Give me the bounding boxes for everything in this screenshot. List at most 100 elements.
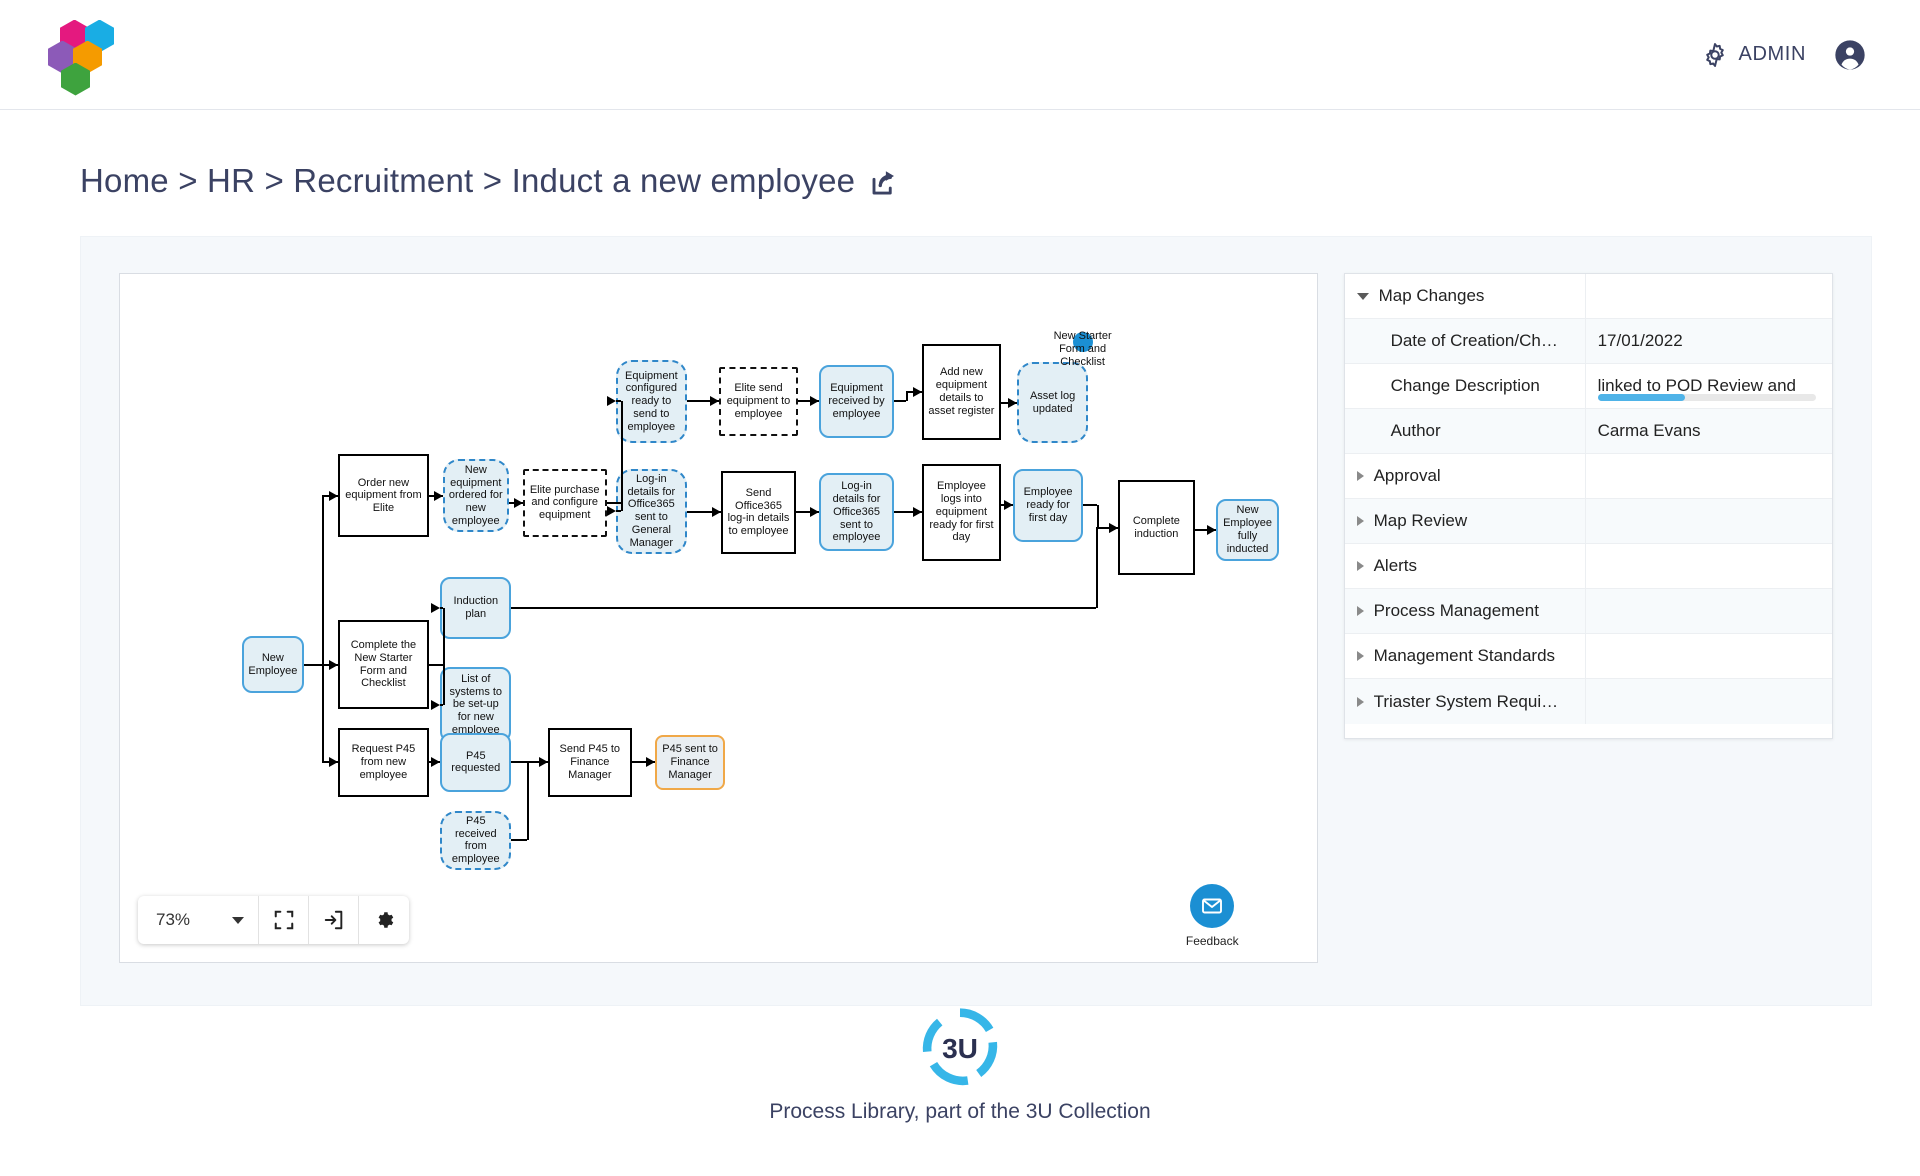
property-label-cell: Author <box>1345 409 1586 453</box>
account-circle-icon[interactable] <box>1834 39 1866 71</box>
flow-node-label: Request P45 from new employee <box>351 743 416 781</box>
flow-node-add-equip-asset[interactable]: Add new equipment details to asset regis… <box>921 343 1002 441</box>
property-label: Map Changes <box>1378 286 1485 305</box>
flow-node-label: New equipment ordered for new employee <box>448 463 503 527</box>
chevron-right-icon[interactable] <box>1356 651 1364 661</box>
flow-node-request-p45[interactable]: Request P45 from new employee <box>337 728 430 797</box>
flow-node-label: Add new equipment details to asset regis… <box>928 366 995 417</box>
chevron-right-icon[interactable] <box>1356 561 1364 571</box>
zoom-level-select[interactable]: 73% <box>138 896 260 944</box>
property-value-cell <box>1586 274 1832 318</box>
flow-node-order-equipment[interactable]: Order new equipment from Elite <box>337 454 430 538</box>
flow-node-label: Asset log updated <box>1029 389 1076 415</box>
flow-node-label: List of systems to be set-up for new emp… <box>449 672 503 736</box>
flow-node-list-of-systems[interactable]: List of systems to be set-up for new emp… <box>440 666 512 743</box>
process-library-logo[interactable] <box>46 16 116 96</box>
flow-arrowhead <box>912 507 922 518</box>
flow-node-employee-logs-in[interactable]: Employee logs into equipment ready for f… <box>921 463 1002 561</box>
gear-icon <box>1701 41 1729 69</box>
table-row[interactable]: Approval <box>1344 454 1832 499</box>
property-label-cell: Change Description <box>1345 364 1586 408</box>
flow-edge <box>440 606 444 609</box>
breadcrumb-text[interactable]: Home > HR > Recruitment > Induct a new e… <box>80 162 855 200</box>
property-label-cell: Alerts <box>1345 544 1586 588</box>
export-icon <box>323 909 345 931</box>
flow-node-complete-starter[interactable]: Complete the New Starter Form and Checkl… <box>337 619 430 710</box>
flow-node-login-sent-employee[interactable]: Log-in details for Office365 sent to emp… <box>818 473 895 552</box>
flow-edge <box>1083 504 1098 507</box>
flow-node-p45-requested[interactable]: P45 requested <box>440 732 512 792</box>
property-label-cell: Triaster System Requi… <box>1345 679 1586 724</box>
3u-logo: 3U <box>921 1008 999 1086</box>
table-row[interactable]: Map Review <box>1344 499 1832 544</box>
table-row[interactable]: Alerts <box>1344 544 1832 589</box>
map-settings-button[interactable] <box>359 896 409 944</box>
flow-edge <box>616 400 621 403</box>
feedback-button[interactable]: Feedback <box>1186 884 1239 948</box>
flow-node-send-p45-finance[interactable]: Send P45 to Finance Manager <box>547 728 632 797</box>
property-value-cell: 17/01/2022 <box>1586 319 1832 363</box>
flow-arrowhead <box>1008 397 1018 408</box>
flow-arrowhead <box>1003 500 1013 511</box>
admin-menu-button[interactable]: ADMIN <box>1701 41 1806 69</box>
property-label-cell: Map Review <box>1345 499 1586 543</box>
process-map-panel: New Employee Order new equipment from Eli… <box>80 236 1872 1006</box>
flow-edge <box>511 839 528 842</box>
flow-node-label: Induction plan <box>453 595 499 620</box>
flow-node-label: Equipment configured ready to send to em… <box>625 369 678 433</box>
flow-node-elite-send-equip[interactable]: Elite send equipment to employee <box>718 367 799 436</box>
chevron-down-icon[interactable] <box>1356 292 1369 300</box>
flow-node-employee-ready[interactable]: Employee ready for first day <box>1012 468 1084 542</box>
share-icon[interactable] <box>869 168 899 198</box>
flow-arrowhead <box>1206 525 1216 535</box>
flow-node-new-equip-ordered[interactable]: New equipment ordered for new employee <box>442 459 509 533</box>
property-value-cell <box>1586 589 1832 633</box>
chevron-right-icon[interactable] <box>1356 606 1364 616</box>
chevron-right-icon[interactable] <box>1356 516 1364 526</box>
property-value-cell: linked to POD Review and <box>1586 364 1832 408</box>
table-row[interactable]: Management Standards <box>1344 634 1832 679</box>
flow-arrowhead <box>431 699 441 710</box>
flow-node-label: P45 requested <box>451 749 501 775</box>
flow-arrowhead <box>538 757 548 768</box>
flow-node-equip-received[interactable]: Equipment received by employee <box>818 364 895 438</box>
flow-edge <box>616 510 621 513</box>
property-value-cell <box>1586 679 1832 724</box>
flow-node-p45-sent-finance[interactable]: P45 sent to Finance Manager <box>654 735 726 790</box>
property-label-cell: Approval <box>1345 454 1586 498</box>
table-row[interactable]: Process Management <box>1344 589 1832 634</box>
flow-node-send-o365-login[interactable]: Send Office365 log-in details to employe… <box>720 471 797 554</box>
flow-node-fully-inducted[interactable]: New Employee fully inducted <box>1215 499 1280 561</box>
fullscreen-button[interactable] <box>259 896 310 944</box>
flow-node-new-employee[interactable]: New Employee <box>242 636 304 693</box>
export-button[interactable] <box>309 896 360 944</box>
flow-node-elite-purchase[interactable]: Elite purchase and configure equipment <box>522 468 607 538</box>
flow-node-equip-configured[interactable]: Equipment configured ready to send to em… <box>616 360 687 443</box>
flow-node-label: Complete induction <box>1132 514 1180 540</box>
table-row[interactable]: Map Changes <box>1344 274 1832 319</box>
flow-arrowhead <box>513 497 523 508</box>
flow-arrowhead <box>328 659 338 670</box>
new-starter-form-badge-label: New Starter Form and Checklist <box>1053 330 1112 369</box>
process-map-canvas[interactable]: New Employee Order new equipment from Eli… <box>119 273 1318 963</box>
flow-node-asset-log-updated[interactable]: Asset log updated <box>1017 362 1088 443</box>
table-row[interactable]: Triaster System Requi… <box>1344 679 1832 724</box>
flow-edge <box>303 663 322 666</box>
flow-node-label: Send Office365 log-in details to employe… <box>727 486 790 538</box>
flow-arrowhead <box>1108 522 1118 533</box>
flow-node-complete-induction[interactable]: Complete induction <box>1117 480 1196 575</box>
flow-node-label: Employee logs into equipment ready for f… <box>929 480 994 544</box>
property-label: Triaster System Requi… <box>1373 691 1559 711</box>
flow-node-induction-plan[interactable]: Induction plan <box>440 577 512 639</box>
property-label: Map Review <box>1373 511 1468 530</box>
table-row[interactable]: Change Description linked to POD Review a… <box>1344 364 1832 409</box>
property-label: Date of Creation/Ch… <box>1390 331 1558 350</box>
flow-node-login-gm[interactable]: Log-in details for Office365 sent to Gen… <box>616 468 687 554</box>
property-label: Change Description <box>1390 376 1540 395</box>
chevron-right-icon[interactable] <box>1356 696 1364 707</box>
table-row[interactable]: Date of Creation/Ch… 17/01/2022 <box>1344 319 1832 364</box>
chevron-right-icon[interactable] <box>1356 471 1364 481</box>
flow-node-p45-received[interactable]: P45 received from employee <box>440 810 512 870</box>
fullscreen-icon <box>273 909 295 931</box>
table-row[interactable]: Author Carma Evans <box>1344 409 1832 454</box>
